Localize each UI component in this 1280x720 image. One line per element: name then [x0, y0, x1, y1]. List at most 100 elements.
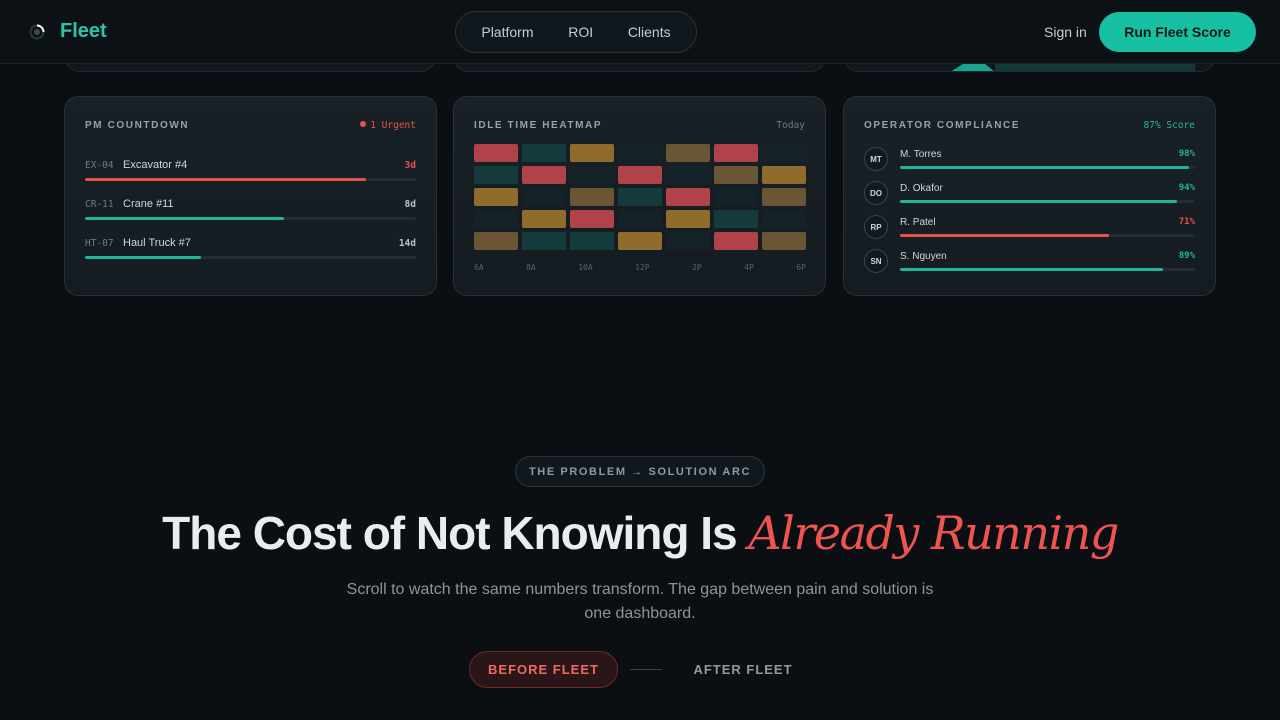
heatmap-cell[interactable] — [666, 188, 710, 206]
heatmap-cell[interactable] — [762, 188, 806, 206]
heatmap-axis-label: 10A — [578, 263, 593, 272]
today-badge: Today — [776, 120, 805, 131]
before-fleet-toggle[interactable]: BEFORE FLEET — [469, 651, 618, 688]
pm-progress-bar — [85, 178, 416, 181]
run-fleet-score-button[interactable]: Run Fleet Score — [1099, 12, 1256, 52]
heatmap-cell[interactable] — [714, 144, 758, 162]
brand[interactable]: Fleet — [28, 20, 107, 43]
heatmap-cell[interactable] — [474, 210, 518, 228]
operator-row[interactable]: MT M. Torres 98% — [864, 147, 1195, 173]
compliance-bar — [900, 268, 1195, 271]
idle-heatmap-card: IDLE TIME HEATMAP Today 6A 8A 10A 12P 2P 4P 6P — [453, 96, 826, 296]
heatmap-axis-label: 6A — [474, 263, 484, 272]
heatmap-cell[interactable] — [522, 210, 566, 228]
nav-link-platform[interactable]: Platform — [481, 24, 533, 40]
card-title: PM COUNTDOWN — [85, 120, 190, 131]
pm-progress-bar — [85, 217, 416, 220]
operator-row[interactable]: RP R. Patel 71% — [864, 215, 1195, 241]
heatmap-cell[interactable] — [666, 166, 710, 184]
operator-score: 89% — [1178, 251, 1195, 261]
heatmap-cell[interactable] — [714, 188, 758, 206]
operator-row[interactable]: SN S. Nguyen 89% — [864, 249, 1195, 275]
heatmap-cell[interactable] — [714, 232, 758, 250]
heatmap-cell[interactable] — [762, 144, 806, 162]
heatmap-cell[interactable] — [522, 144, 566, 162]
heatmap-row — [474, 166, 806, 184]
section-eyebrow: THE PROBLEM → SOLUTION ARC — [515, 456, 765, 487]
heatmap-cell[interactable] — [522, 232, 566, 250]
page-title: The Cost of Not Knowing Is Already Runni… — [162, 506, 1119, 560]
heatmap-cell[interactable] — [570, 166, 614, 184]
heatmap-cell[interactable] — [474, 232, 518, 250]
heatmap-cell[interactable] — [474, 166, 518, 184]
heatmap-axis: 6A 8A 10A 12P 2P 4P 6P — [474, 263, 806, 272]
heatmap-row — [474, 188, 806, 206]
heatmap-cell[interactable] — [522, 166, 566, 184]
heatmap-cell[interactable] — [474, 144, 518, 162]
compliance-bar — [900, 234, 1195, 237]
heatmap-cell[interactable] — [618, 188, 662, 206]
days-remaining: 14d — [398, 238, 416, 249]
compliance-fill — [900, 200, 1178, 203]
pm-progress-fill — [85, 217, 284, 220]
heatmap-cell[interactable] — [570, 232, 614, 250]
operator-row[interactable]: DO D. Okafor 94% — [864, 181, 1195, 207]
heatmap-cell[interactable] — [762, 166, 806, 184]
hero-subtitle: Scroll to watch the same numbers transfo… — [346, 581, 934, 622]
heatmap-row — [474, 210, 806, 228]
equipment-name: Excavator #4 — [123, 159, 188, 171]
equipment-code: CR-11 — [85, 199, 114, 210]
pm-progress-fill — [85, 256, 201, 259]
avatar: SN — [864, 249, 888, 273]
heatmap-cell[interactable] — [474, 188, 518, 206]
card-title: IDLE TIME HEATMAP — [474, 120, 603, 131]
heatmap-cell[interactable] — [618, 232, 662, 250]
heatmap-cell[interactable] — [762, 232, 806, 250]
urgent-dot-icon — [360, 121, 367, 127]
heatmap-cell[interactable] — [522, 188, 566, 206]
heatmap-cell[interactable] — [762, 210, 806, 228]
heatmap-cell[interactable] — [570, 210, 614, 228]
heatmap-cell[interactable] — [666, 210, 710, 228]
operator-score: 71% — [1178, 217, 1195, 227]
avatar: DO — [864, 181, 888, 205]
card-title: OPERATOR COMPLIANCE — [864, 120, 1021, 131]
heatmap-axis-label: 6P — [796, 263, 806, 272]
heatmap-row — [474, 232, 806, 250]
equipment-name: Crane #11 — [123, 198, 174, 210]
equipment-code: HT-07 — [85, 238, 114, 249]
compliance-fill — [900, 166, 1190, 169]
main-nav: Platform ROI Clients — [455, 11, 697, 53]
heatmap-cell[interactable] — [570, 188, 614, 206]
compliance-bar — [900, 166, 1195, 169]
heatmap-axis-label: 8A — [526, 263, 536, 272]
heatmap-grid — [474, 144, 806, 254]
after-fleet-toggle[interactable]: AFTER FLEET — [680, 662, 806, 677]
days-remaining: 3d — [404, 160, 416, 171]
pm-countdown-card: PM COUNTDOWN 1 Urgent EX-04 Excavator #4 3… — [64, 96, 437, 296]
compliance-fill — [900, 234, 1110, 237]
top-nav: Fleet Platform ROI Clients Sign in Run F… — [0, 0, 1280, 64]
avatar: RP — [864, 215, 888, 239]
equipment-name: Haul Truck #7 — [123, 237, 191, 249]
heatmap-axis-label: 2P — [692, 263, 702, 272]
pm-progress-bar — [85, 256, 416, 259]
sign-in-link[interactable]: Sign in — [1044, 24, 1087, 40]
heatmap-cell[interactable] — [618, 144, 662, 162]
headline-accent: Already Running — [748, 506, 1119, 560]
heatmap-cell[interactable] — [618, 210, 662, 228]
heatmap-cell[interactable] — [714, 166, 758, 184]
heatmap-cell[interactable] — [666, 144, 710, 162]
fleet-logo-icon — [28, 23, 46, 41]
heatmap-cell[interactable] — [714, 210, 758, 228]
equipment-code: EX-04 — [85, 160, 114, 171]
heatmap-cell[interactable] — [570, 144, 614, 162]
compliance-bar — [900, 200, 1195, 203]
heatmap-cell[interactable] — [666, 232, 710, 250]
operator-name: D. Okafor — [900, 183, 943, 194]
heatmap-cell[interactable] — [618, 166, 662, 184]
urgent-badge: 1 Urgent — [360, 120, 416, 131]
nav-link-roi[interactable]: ROI — [568, 24, 593, 40]
heatmap-axis-label: 12P — [635, 263, 650, 272]
nav-link-clients[interactable]: Clients — [628, 24, 671, 40]
